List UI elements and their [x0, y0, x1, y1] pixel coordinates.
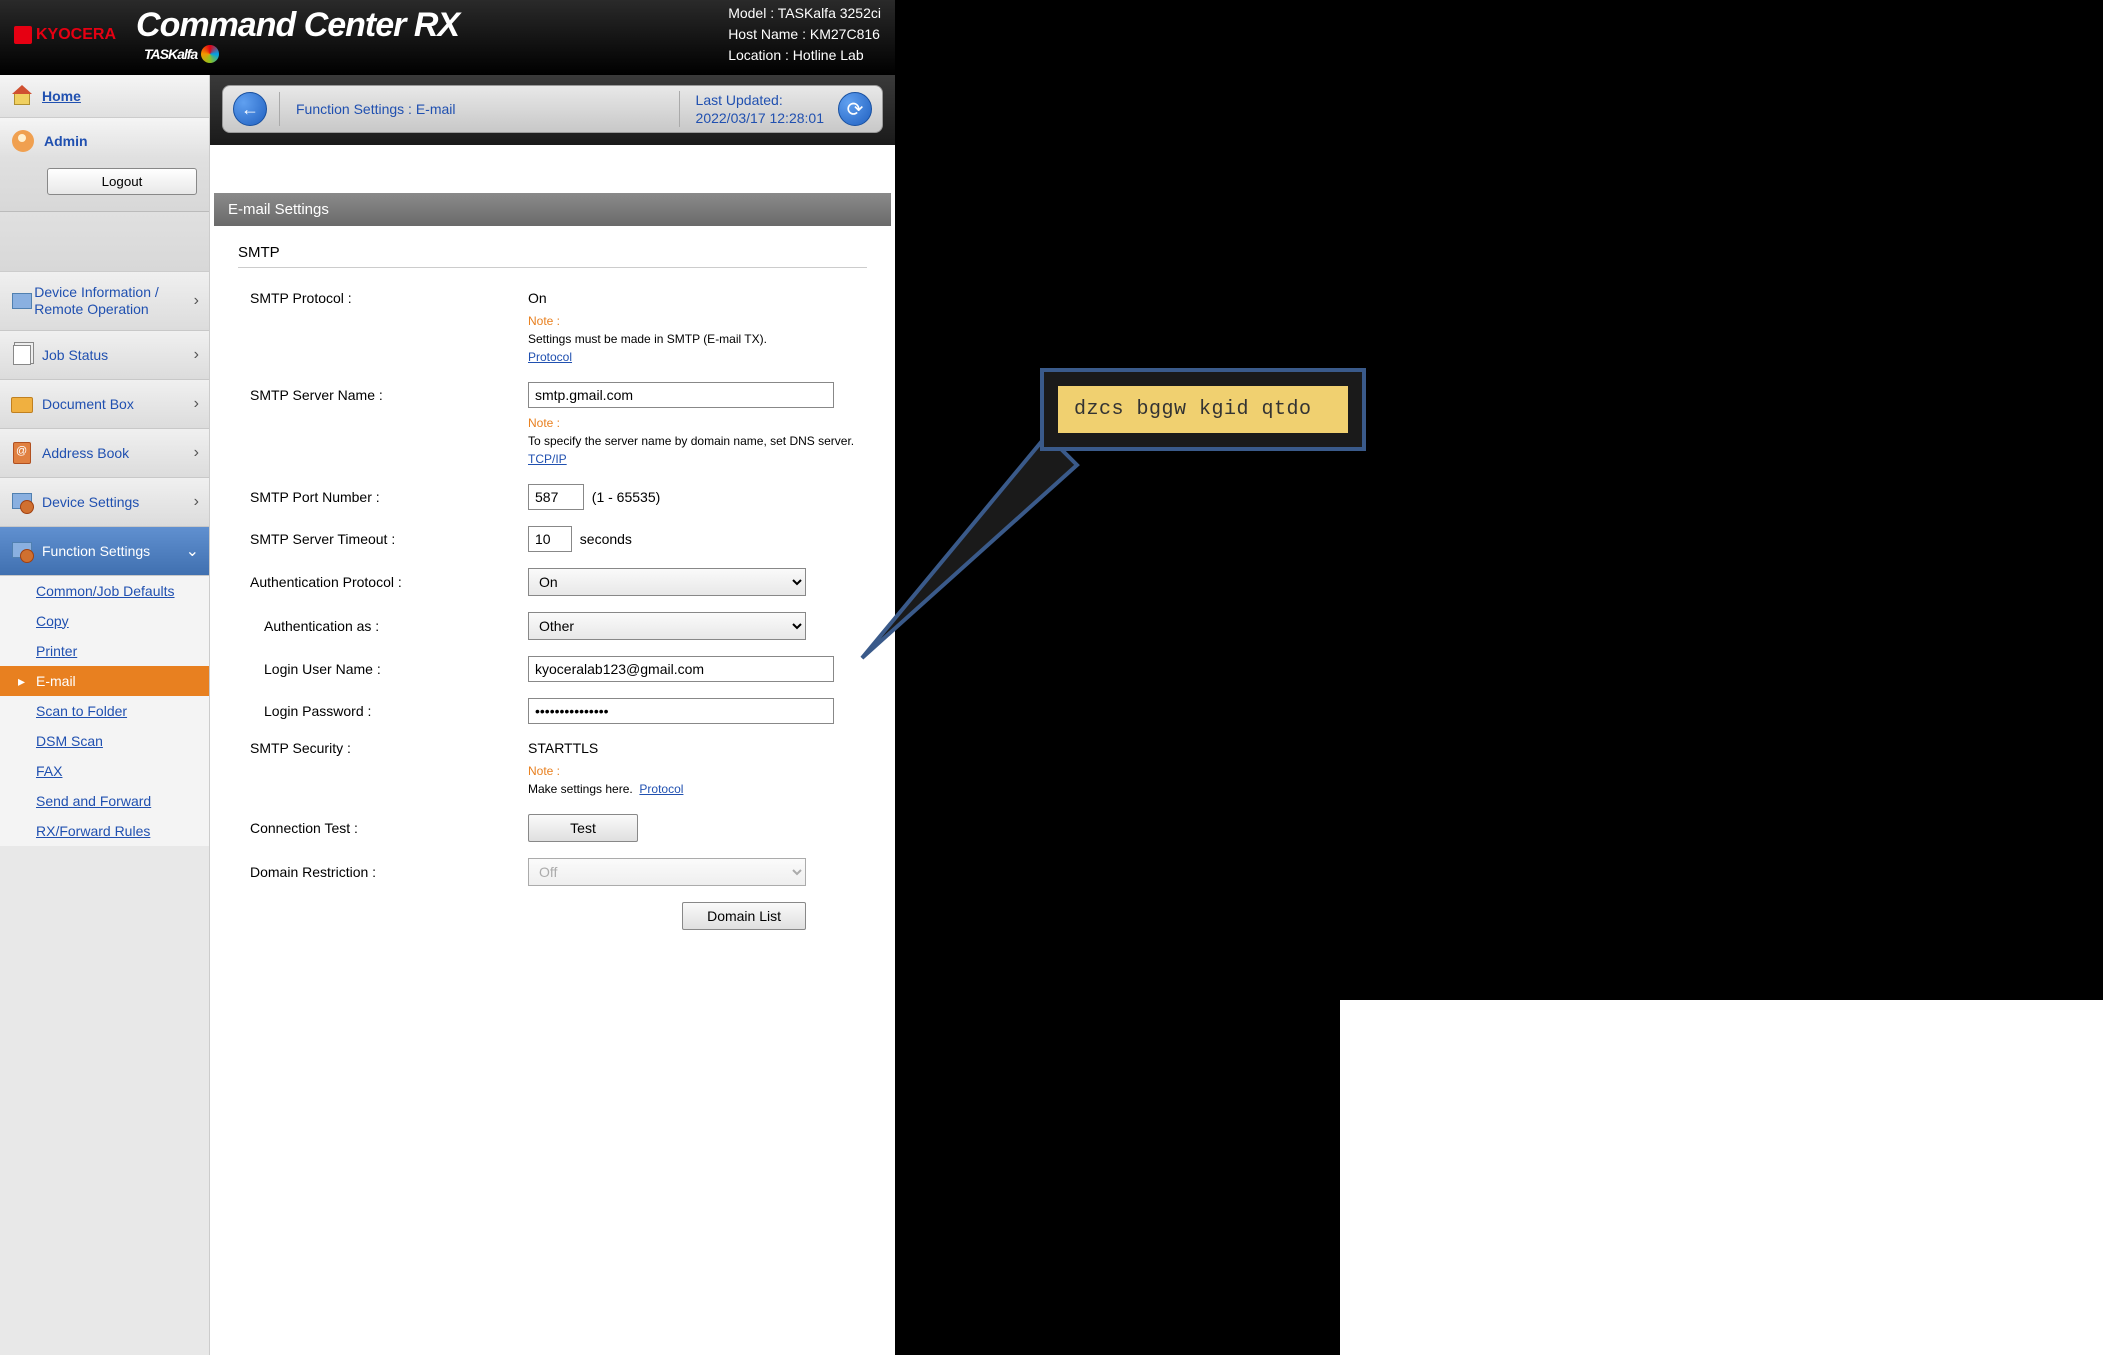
- taskalfa-label: TASKalfa: [144, 45, 698, 63]
- device-settings-icon: [10, 490, 34, 514]
- nav-function-settings[interactable]: Function Settings ⌄: [0, 527, 209, 576]
- kyocera-logo: KYOCERA: [14, 26, 116, 44]
- refresh-button[interactable]: ⟳: [838, 92, 872, 126]
- smtp-server-input[interactable]: [528, 382, 834, 408]
- login-pass-label: Login Password :: [250, 703, 528, 719]
- home-icon: [12, 85, 34, 107]
- header: KYOCERA Command Center RX TASKalfa Model…: [0, 0, 895, 75]
- port-range: (1 - 65535): [592, 489, 660, 505]
- nav-device-information[interactable]: Device Information / Remote Operation ›: [0, 272, 209, 331]
- subnav-common-defaults[interactable]: Common/Job Defaults: [0, 576, 209, 606]
- smtp-security-label: SMTP Security :: [250, 740, 528, 756]
- smtp-port-label: SMTP Port Number :: [250, 489, 528, 505]
- nav-address-book[interactable]: Address Book ›: [0, 429, 209, 478]
- device-info-icon: [10, 289, 26, 313]
- logout-button[interactable]: Logout: [47, 168, 197, 195]
- smtp-protocol-note: Note : Settings must be made in SMTP (E-…: [528, 312, 867, 366]
- subnav-fax[interactable]: FAX: [0, 756, 209, 786]
- subnav-rx-forward-rules[interactable]: RX/Forward Rules: [0, 816, 209, 846]
- sidebar: Home Admin Logout Device Information / R…: [0, 75, 210, 1355]
- chevron-right-icon: ›: [194, 493, 199, 511]
- auth-protocol-label: Authentication Protocol :: [250, 574, 528, 590]
- login-pass-input[interactable]: [528, 698, 834, 724]
- nav-job-status[interactable]: Job Status ›: [0, 331, 209, 380]
- nav-device-settings[interactable]: Device Settings ›: [0, 478, 209, 527]
- smtp-protocol-value: On: [528, 290, 867, 306]
- domain-restriction-label: Domain Restriction :: [250, 864, 528, 880]
- subnav-dsm-scan[interactable]: DSM Scan: [0, 726, 209, 756]
- timeout-unit: seconds: [580, 531, 632, 547]
- subnav-printer[interactable]: Printer: [0, 636, 209, 666]
- device-info: Model : TASKalfa 3252ci Host Name : KM27…: [728, 3, 881, 66]
- subnav-copy[interactable]: Copy: [0, 606, 209, 636]
- security-protocol-link[interactable]: Protocol: [639, 782, 683, 796]
- section-header: E-mail Settings: [214, 193, 891, 226]
- content-area: ← Function Settings : E-mail Last Update…: [210, 75, 895, 1355]
- chevron-right-icon: ›: [194, 292, 199, 310]
- smtp-protocol-label: SMTP Protocol :: [250, 290, 528, 306]
- product-title: Command Center RX TASKalfa: [136, 6, 698, 63]
- test-button[interactable]: Test: [528, 814, 638, 842]
- smtp-timeout-label: SMTP Server Timeout :: [250, 531, 528, 547]
- login-user-input[interactable]: [528, 656, 834, 682]
- white-block: [1340, 1000, 2103, 1355]
- smtp-timeout-input[interactable]: [528, 526, 572, 552]
- user-icon: [12, 130, 34, 152]
- taskalfa-icon: [201, 45, 219, 63]
- sidebar-home-row[interactable]: Home: [0, 75, 209, 118]
- smtp-heading: SMTP: [238, 244, 867, 268]
- protocol-link[interactable]: Protocol: [528, 350, 572, 364]
- admin-label: Admin: [44, 133, 88, 149]
- smtp-server-label: SMTP Server Name :: [250, 387, 528, 403]
- logout-row: Logout: [0, 158, 209, 212]
- domain-list-button[interactable]: Domain List: [682, 902, 806, 930]
- sidebar-spacer: [0, 212, 209, 272]
- breadcrumb-bar: ← Function Settings : E-mail Last Update…: [222, 85, 883, 133]
- chevron-right-icon: ›: [194, 444, 199, 462]
- job-status-icon: [10, 343, 34, 367]
- back-button[interactable]: ←: [233, 92, 267, 126]
- auth-as-label: Authentication as :: [250, 618, 528, 634]
- document-box-icon: [10, 392, 34, 416]
- tcpip-link[interactable]: TCP/IP: [528, 452, 567, 466]
- login-user-label: Login User Name :: [250, 661, 528, 677]
- address-book-icon: [10, 441, 34, 465]
- nav-document-box[interactable]: Document Box ›: [0, 380, 209, 429]
- function-settings-icon: [10, 539, 34, 563]
- app-frame: KYOCERA Command Center RX TASKalfa Model…: [0, 0, 895, 1355]
- domain-restriction-select[interactable]: Off: [528, 858, 806, 886]
- password-callout: dzcs bggw kgid qtdo: [1040, 368, 1366, 451]
- callout-text: dzcs bggw kgid qtdo: [1058, 386, 1348, 433]
- chevron-down-icon: ⌄: [186, 541, 199, 561]
- chevron-right-icon: ›: [194, 346, 199, 364]
- subnav-email[interactable]: E-mail: [0, 666, 209, 696]
- smtp-security-note: Note : Make settings here. Protocol: [528, 762, 867, 798]
- subnav: Common/Job Defaults Copy Printer E-mail …: [0, 576, 209, 846]
- chevron-right-icon: ›: [194, 395, 199, 413]
- last-updated: Last Updated: 2022/03/17 12:28:01: [679, 91, 824, 127]
- smtp-security-value: STARTTLS: [528, 740, 867, 756]
- subnav-scan-to-folder[interactable]: Scan to Folder: [0, 696, 209, 726]
- auth-as-select[interactable]: Other: [528, 612, 806, 640]
- form-area: SMTP SMTP Protocol : On Note : Settings …: [210, 226, 895, 956]
- sidebar-user-row: Admin: [0, 118, 209, 158]
- smtp-port-input[interactable]: [528, 484, 584, 510]
- home-link[interactable]: Home: [42, 88, 81, 104]
- breadcrumb-text: Function Settings : E-mail: [296, 101, 679, 117]
- auth-protocol-select[interactable]: On: [528, 568, 806, 596]
- subnav-send-and-forward[interactable]: Send and Forward: [0, 786, 209, 816]
- smtp-server-note: Note : To specify the server name by dom…: [528, 414, 867, 468]
- connection-test-label: Connection Test :: [250, 820, 528, 836]
